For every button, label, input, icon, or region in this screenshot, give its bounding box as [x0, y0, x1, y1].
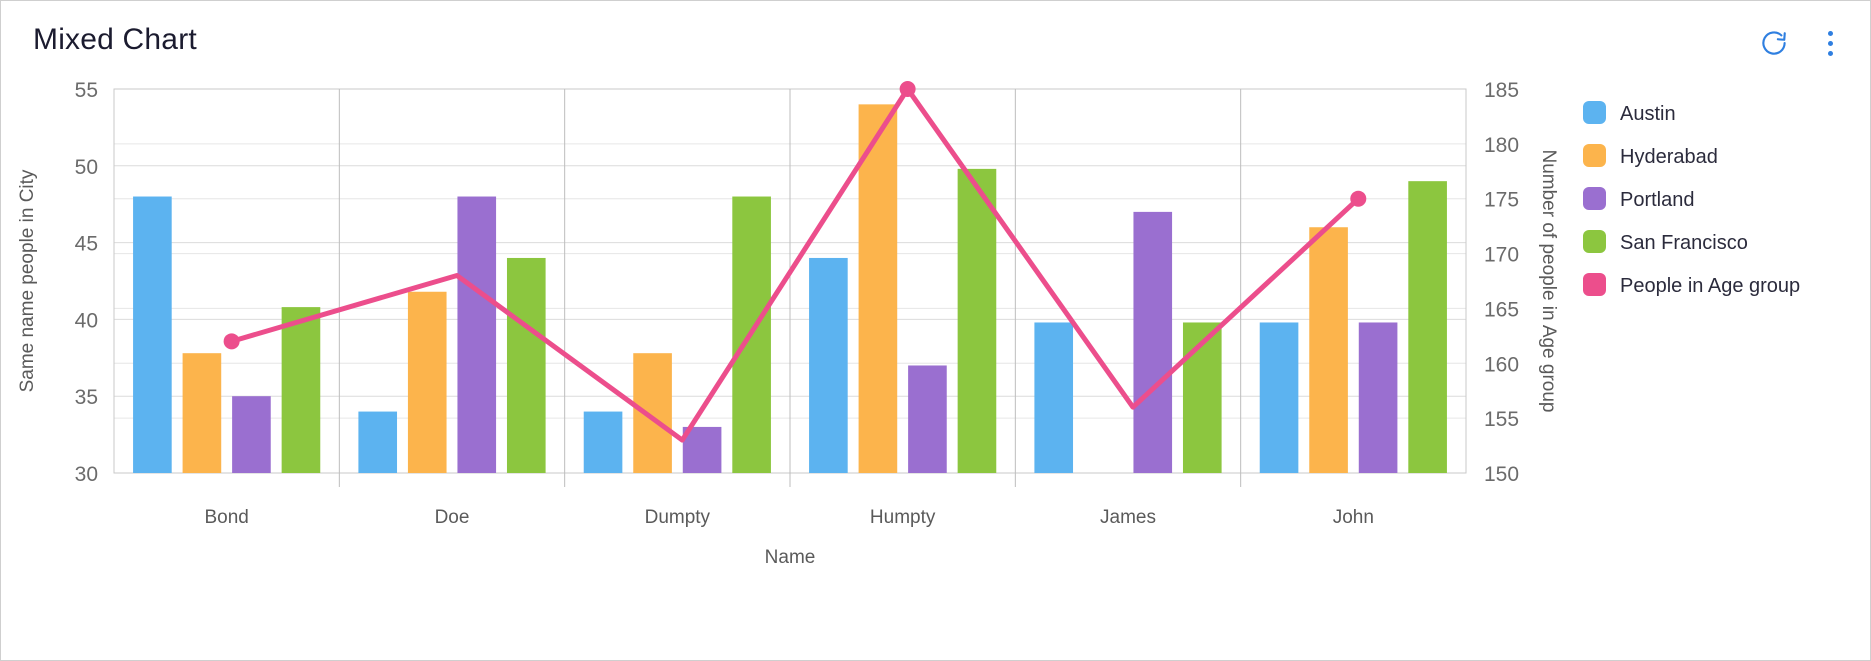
y2-axis-tick: 185	[1484, 79, 1519, 102]
bar-san-francisco-humpty[interactable]	[957, 168, 997, 473]
bar-hyderabad-bond[interactable]	[182, 353, 222, 473]
y-axis-tick: 45	[75, 233, 98, 256]
y2-axis-tick: 180	[1484, 134, 1519, 157]
bar-austin-john[interactable]	[1259, 322, 1299, 473]
y-axis-title: Same name people in City	[17, 169, 38, 392]
bar-austin-doe[interactable]	[358, 411, 398, 473]
bar-austin-humpty[interactable]	[809, 257, 848, 473]
legend-label: People in Age group	[1620, 275, 1800, 297]
legend-label: Portland	[1620, 189, 1695, 211]
kebab-menu-icon[interactable]	[1818, 28, 1842, 58]
page-title: Mixed Chart	[33, 23, 197, 56]
legend-item-people-in-age-group[interactable]: People in Age group	[1583, 273, 1800, 297]
x-axis-category-james: James	[1100, 507, 1156, 528]
y2-axis-tick: 175	[1484, 189, 1519, 212]
mixed-chart-card: Mixed Chart 30 35 40 45 50 55 150 155 160 165 170 1…	[0, 0, 1871, 661]
header-actions	[1758, 27, 1842, 59]
y2-axis-tick: 165	[1484, 298, 1519, 321]
legend-label: San Francisco	[1620, 232, 1748, 254]
legend-label: Austin	[1620, 103, 1676, 125]
y-axis-tick: 35	[75, 386, 98, 409]
legend-item-portland[interactable]: Portland	[1583, 187, 1695, 211]
bar-san-francisco-john[interactable]	[1408, 181, 1447, 473]
legend-item-hyderabad[interactable]: Hyderabad	[1583, 144, 1718, 168]
line-point[interactable]	[899, 81, 916, 97]
bar-austin-dumpty[interactable]	[583, 411, 623, 473]
x-axis-category-john: John	[1333, 507, 1374, 528]
y2-axis-tick: 160	[1484, 353, 1519, 376]
legend-label: Hyderabad	[1620, 146, 1718, 168]
x-axis-category-dumpty: Dumpty	[645, 507, 711, 528]
y2-axis-tick: 150	[1484, 463, 1519, 486]
legend: Austin Hyderabad Portland San Francisco Peop…	[1583, 101, 1800, 297]
bar-san-francisco-bond[interactable]	[281, 307, 321, 473]
chart-area: 30 35 40 45 50 55 150 155 160 165 170 175 180 185 Bond…	[1, 73, 1870, 660]
x-axis-category-doe: Doe	[435, 507, 470, 528]
mixed-chart-svg: 30 35 40 45 50 55 150 155 160 165 170 175 180 185 Bond…	[17, 79, 1800, 568]
bar-portland-bond[interactable]	[232, 396, 271, 473]
y-axis-tick: 30	[75, 463, 98, 486]
bar-austin-james[interactable]	[1034, 322, 1074, 473]
x-axis-category-humpty: Humpty	[870, 507, 936, 528]
bar-hyderabad-doe[interactable]	[407, 291, 447, 473]
line-point[interactable]	[223, 333, 240, 350]
y-axis-tick: 40	[75, 309, 98, 332]
x-axis-title: Name	[765, 547, 816, 568]
y-axis-tick: 50	[75, 156, 98, 179]
legend-swatch	[1583, 273, 1606, 296]
legend-item-san-francisco[interactable]: San Francisco	[1583, 230, 1748, 254]
legend-swatch	[1583, 144, 1606, 167]
y-axis-tick: 55	[75, 79, 98, 102]
legend-item-austin[interactable]: Austin	[1583, 101, 1676, 125]
bar-portland-john[interactable]	[1358, 322, 1398, 473]
bar-portland-james[interactable]	[1133, 211, 1173, 473]
bar-hyderabad-dumpty[interactable]	[633, 353, 672, 473]
y2-axis-title: Number of people in Age group	[1538, 149, 1559, 412]
refresh-icon[interactable]	[1758, 27, 1790, 59]
legend-swatch	[1583, 101, 1606, 124]
bar-portland-doe[interactable]	[457, 196, 497, 473]
bar-austin-bond[interactable]	[133, 196, 172, 473]
legend-swatch	[1583, 230, 1606, 253]
y2-axis-tick: 155	[1484, 408, 1519, 431]
bar-san-francisco-doe[interactable]	[506, 257, 546, 473]
line-point[interactable]	[1350, 190, 1367, 207]
bar-portland-humpty[interactable]	[908, 365, 947, 473]
card-header: Mixed Chart	[1, 1, 1870, 79]
bar-hyderabad-john[interactable]	[1309, 227, 1348, 473]
y2-axis-tick: 170	[1484, 244, 1519, 267]
legend-swatch	[1583, 187, 1606, 210]
x-axis-category-bond: Bond	[204, 507, 248, 528]
